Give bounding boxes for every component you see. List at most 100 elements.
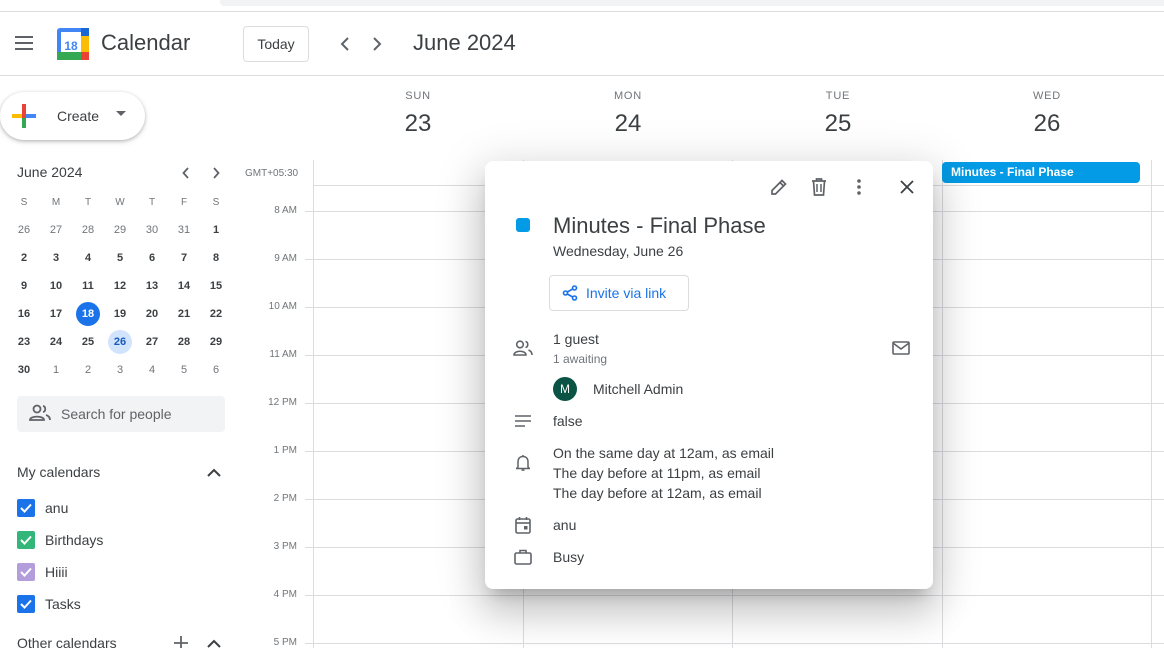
mini-calendar-day[interactable]: 1: [40, 356, 72, 384]
mini-calendar-day-number: 6: [148, 252, 156, 264]
mini-calendar-day[interactable]: 12: [104, 272, 136, 300]
mini-calendar-day[interactable]: 6: [200, 356, 232, 384]
more-vert-icon: [857, 179, 861, 195]
mini-calendar-day[interactable]: 23: [8, 328, 40, 356]
mini-calendar-week: 16 17 18 19 20 21 22: [8, 300, 232, 328]
guests-icon: [513, 338, 533, 358]
people-icon: [29, 404, 51, 421]
mini-calendar-day[interactable]: 2: [72, 356, 104, 384]
mini-calendar-day[interactable]: 21: [168, 300, 200, 328]
more-options-button[interactable]: [845, 173, 873, 201]
edit-event-button[interactable]: [765, 173, 793, 201]
mini-calendar-day[interactable]: 31: [168, 216, 200, 244]
mini-calendar-day-number: 11: [82, 280, 94, 292]
day-number[interactable]: 26: [942, 110, 1152, 138]
day-column-header[interactable]: TUE 25: [733, 90, 943, 138]
checkbox-checked-icon[interactable]: [17, 531, 35, 549]
calendar-logo-icon[interactable]: 18: [57, 28, 89, 60]
day-number[interactable]: 24: [523, 110, 733, 138]
mini-calendar-day[interactable]: 14: [168, 272, 200, 300]
calendar-item-anu[interactable]: anu: [17, 498, 68, 518]
mini-calendar-day-number: 30: [17, 364, 31, 376]
calendar-item-tasks[interactable]: Tasks: [17, 594, 81, 614]
event-color-swatch: [516, 218, 530, 232]
mini-calendar-day[interactable]: 6: [136, 244, 168, 272]
mini-calendar-day[interactable]: 16: [8, 300, 40, 328]
previous-week-button[interactable]: [331, 30, 359, 58]
mini-calendar-day[interactable]: 10: [40, 272, 72, 300]
mini-calendar-day[interactable]: 18: [72, 300, 104, 328]
mini-calendar-day[interactable]: 24: [40, 328, 72, 356]
invite-via-link-button[interactable]: Invite via link: [549, 275, 689, 311]
mini-calendar-day[interactable]: 27: [40, 216, 72, 244]
mini-calendar-day-number: 24: [49, 336, 63, 348]
mini-calendar-day[interactable]: 15: [200, 272, 232, 300]
hamburger-menu-icon: [15, 36, 33, 50]
my-calendars-collapse-button[interactable]: [204, 462, 224, 482]
mini-calendar-day[interactable]: 25: [72, 328, 104, 356]
mini-calendar-day[interactable]: 26: [104, 328, 136, 356]
mini-calendar-next-button[interactable]: [205, 162, 227, 184]
main-menu-button[interactable]: [8, 26, 42, 60]
app-title: Calendar: [101, 30, 191, 55]
event-title: Minutes - Final Phase: [553, 213, 766, 238]
mini-calendar-day-number: 17: [49, 308, 63, 320]
other-calendars-title: Other calendars: [17, 635, 117, 648]
other-calendars-collapse-button[interactable]: [204, 633, 224, 648]
mini-calendar-day[interactable]: 5: [168, 356, 200, 384]
mini-calendar-day[interactable]: 4: [72, 244, 104, 272]
mini-calendar-day[interactable]: 2: [8, 244, 40, 272]
mini-calendar-day[interactable]: 7: [168, 244, 200, 272]
mini-calendar-day[interactable]: 29: [200, 328, 232, 356]
mini-calendar-day[interactable]: 26: [8, 216, 40, 244]
calendar-item-label: Birthdays: [45, 532, 104, 548]
time-label: 3 PM: [273, 541, 297, 552]
mini-calendar-grid: S M T W T F S 26 27 28 29 30 31 1 2 3 4 5 6 7 8 9 10 11 12 13 14 15…: [8, 188, 232, 384]
search-people-input[interactable]: Search for people: [17, 396, 225, 432]
next-week-button[interactable]: [363, 30, 391, 58]
add-other-calendar-button[interactable]: [171, 633, 191, 648]
mini-calendar-day[interactable]: 27: [136, 328, 168, 356]
guest-name[interactable]: Mitchell Admin: [593, 381, 683, 397]
mini-calendar-day[interactable]: 5: [104, 244, 136, 272]
mini-calendar-day[interactable]: 30: [136, 216, 168, 244]
mini-calendar-day[interactable]: 1: [200, 216, 232, 244]
mini-calendar-weekday: T: [84, 196, 92, 208]
mini-calendar-day[interactable]: 8: [200, 244, 232, 272]
mini-calendar-day[interactable]: 28: [72, 216, 104, 244]
allday-event-chip[interactable]: Minutes - Final Phase: [942, 162, 1140, 183]
mini-calendar-day[interactable]: 22: [200, 300, 232, 328]
mini-calendar-day[interactable]: 3: [40, 244, 72, 272]
checkbox-checked-icon[interactable]: [17, 499, 35, 517]
mini-calendar-day[interactable]: 19: [104, 300, 136, 328]
mini-calendar-day[interactable]: 3: [104, 356, 136, 384]
mini-calendar-prev-button[interactable]: [175, 162, 197, 184]
mini-calendar-day[interactable]: 9: [8, 272, 40, 300]
checkbox-checked-icon[interactable]: [17, 595, 35, 613]
mini-calendar-day[interactable]: 28: [168, 328, 200, 356]
mini-calendar-day[interactable]: 4: [136, 356, 168, 384]
caret-down-icon[interactable]: [116, 111, 126, 117]
day-number[interactable]: 23: [313, 110, 523, 138]
create-button[interactable]: Create: [0, 92, 145, 140]
mini-calendar-day[interactable]: 13: [136, 272, 168, 300]
close-popup-button[interactable]: [893, 173, 921, 201]
mini-calendar-day[interactable]: 11: [72, 272, 104, 300]
checkbox-checked-icon[interactable]: [17, 563, 35, 581]
today-button[interactable]: Today: [243, 26, 309, 62]
mini-calendar-day[interactable]: 20: [136, 300, 168, 328]
day-column-header[interactable]: SUN 23: [313, 90, 523, 138]
calendar-item-birthdays[interactable]: Birthdays: [17, 530, 103, 550]
mini-calendar-day[interactable]: 17: [40, 300, 72, 328]
plus-icon: [12, 104, 36, 128]
email-guests-button[interactable]: [890, 338, 912, 358]
day-number[interactable]: 25: [733, 110, 943, 138]
day-column-header[interactable]: MON 24: [523, 90, 733, 138]
mini-calendar-day[interactable]: 29: [104, 216, 136, 244]
mini-calendar-day[interactable]: 30: [8, 356, 40, 384]
calendar-item-hiiii[interactable]: Hiiii: [17, 562, 68, 582]
logo-day-number: 18: [64, 39, 78, 53]
day-column-header[interactable]: WED 26: [942, 90, 1152, 138]
mini-calendar-day-number: 3: [116, 364, 124, 376]
delete-event-button[interactable]: [805, 173, 833, 201]
